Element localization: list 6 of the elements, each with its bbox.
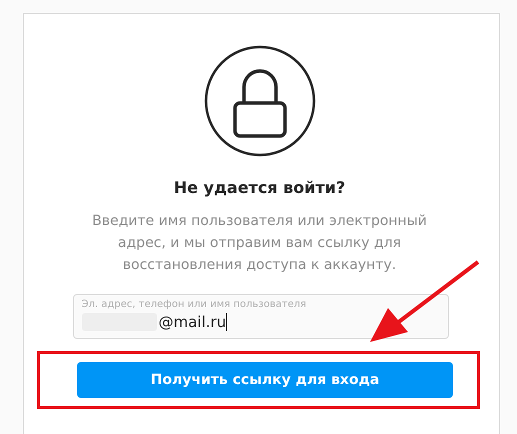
lock-icon bbox=[204, 45, 316, 157]
text-cursor bbox=[226, 313, 228, 331]
email-field[interactable]: Эл. адрес, телефон или имя пользователя @mail.ru bbox=[72, 294, 448, 339]
field-value: @mail.ru bbox=[158, 313, 226, 331]
instructions-text: Введите имя пользователя или электронный адрес, и мы отправим вам ссылку для восстановления доступа к аккаунту. bbox=[91, 212, 428, 275]
heading: Не удается войти? bbox=[174, 178, 346, 197]
